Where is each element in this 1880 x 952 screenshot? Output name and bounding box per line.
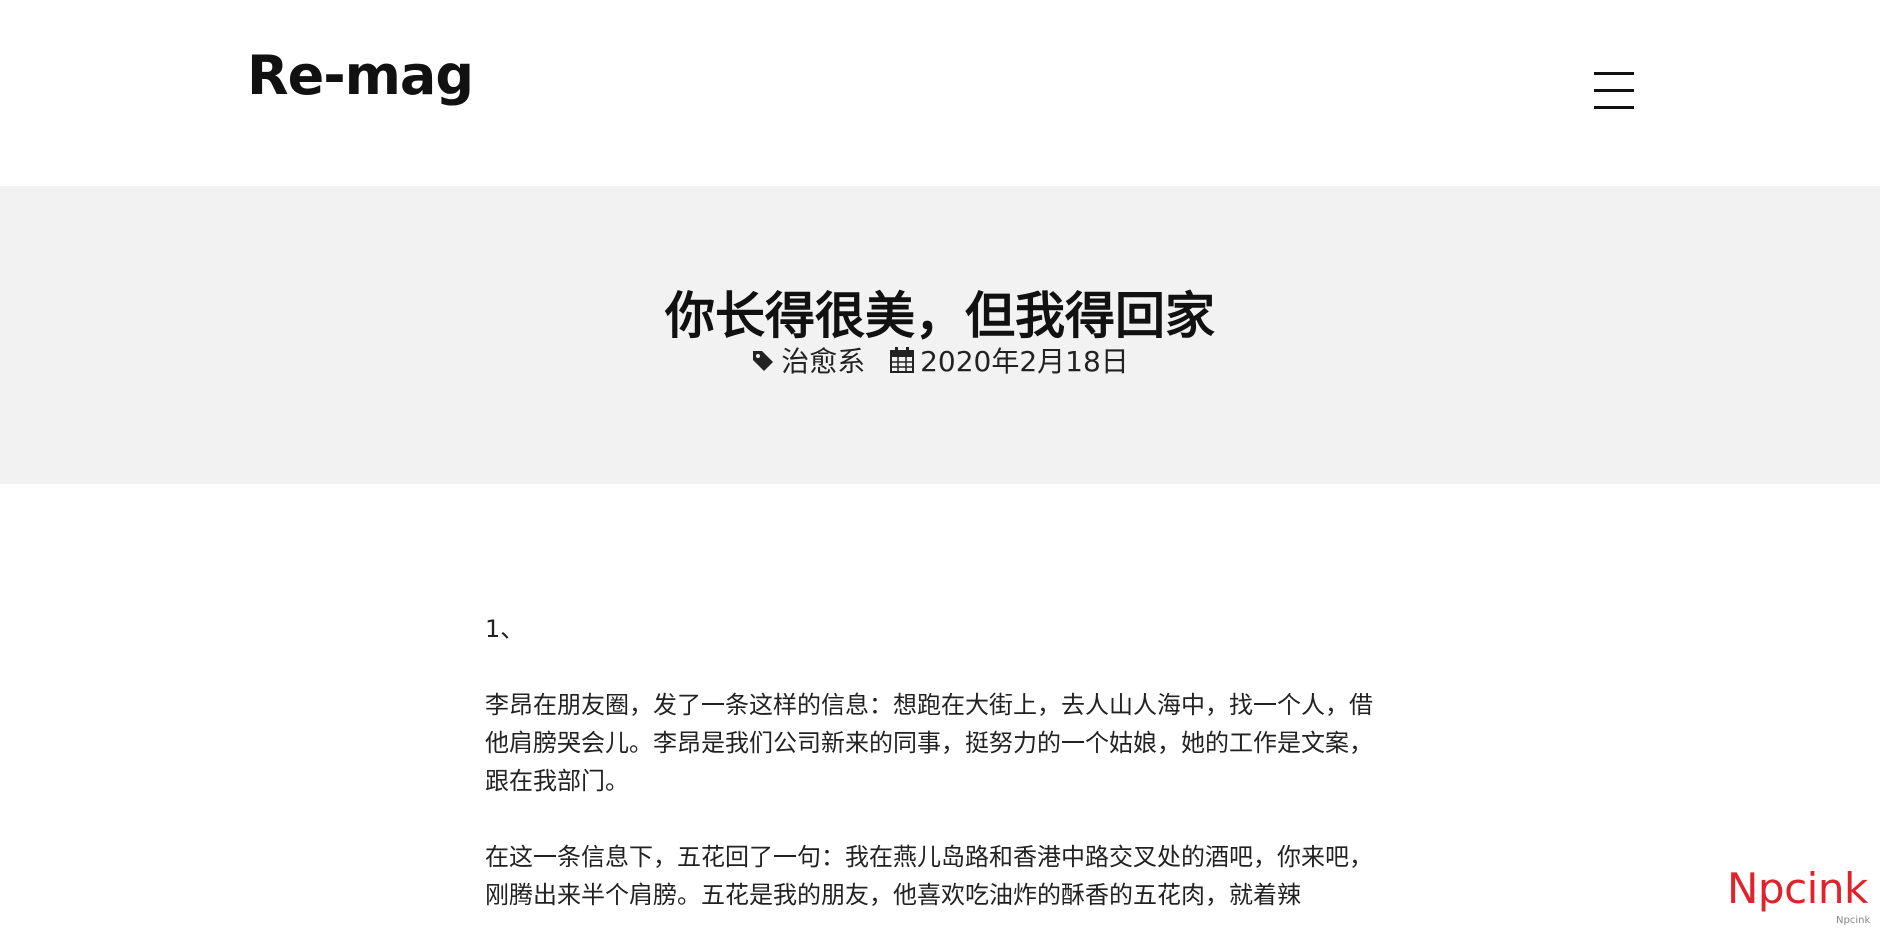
date-text: 2020年2月18日 [920,345,1129,378]
post-date: 2020年2月18日 [890,340,1129,380]
hamburger-icon-line-top [1594,72,1634,75]
npcink-watermark: Npcink [1727,864,1868,913]
category-link[interactable]: 治愈系 [781,340,865,380]
post-content: 1、 李昂在朋友圈，发了一条这样的信息：想跑在大街上，去人山人海中，找一个人，借… [485,610,1395,952]
post-meta: 治愈系 2020年2月18日 [0,340,1880,380]
menu-toggle-button[interactable] [1594,72,1634,110]
tag-icon [753,351,774,371]
hamburger-icon-line-middle [1594,89,1634,92]
content-paragraph-1: 1、 [485,615,525,643]
site-logo[interactable]: Re-mag [247,44,474,107]
npcink-watermark-small: Npcink [1836,915,1871,926]
calendar-icon [890,347,915,373]
post-category: 治愈系 [751,340,865,380]
hamburger-icon-line-bottom [1594,106,1634,109]
post-title: 你长得很美，但我得回家 [665,287,1215,345]
site-header: Re-mag [0,0,1880,186]
content-paragraph-2: 李昂在朋友圈，发了一条这样的信息：想跑在大街上，去人山人海中，找一个人，借他肩膀… [485,691,1373,795]
content-paragraph-3: 在这一条信息下，五花回了一句：我在燕儿岛路和香港中路交叉处的酒吧，你来吧，刚腾出… [485,843,1373,909]
post-hero: 你长得很美，但我得回家 治愈系 2020年2月18日 [0,186,1880,484]
